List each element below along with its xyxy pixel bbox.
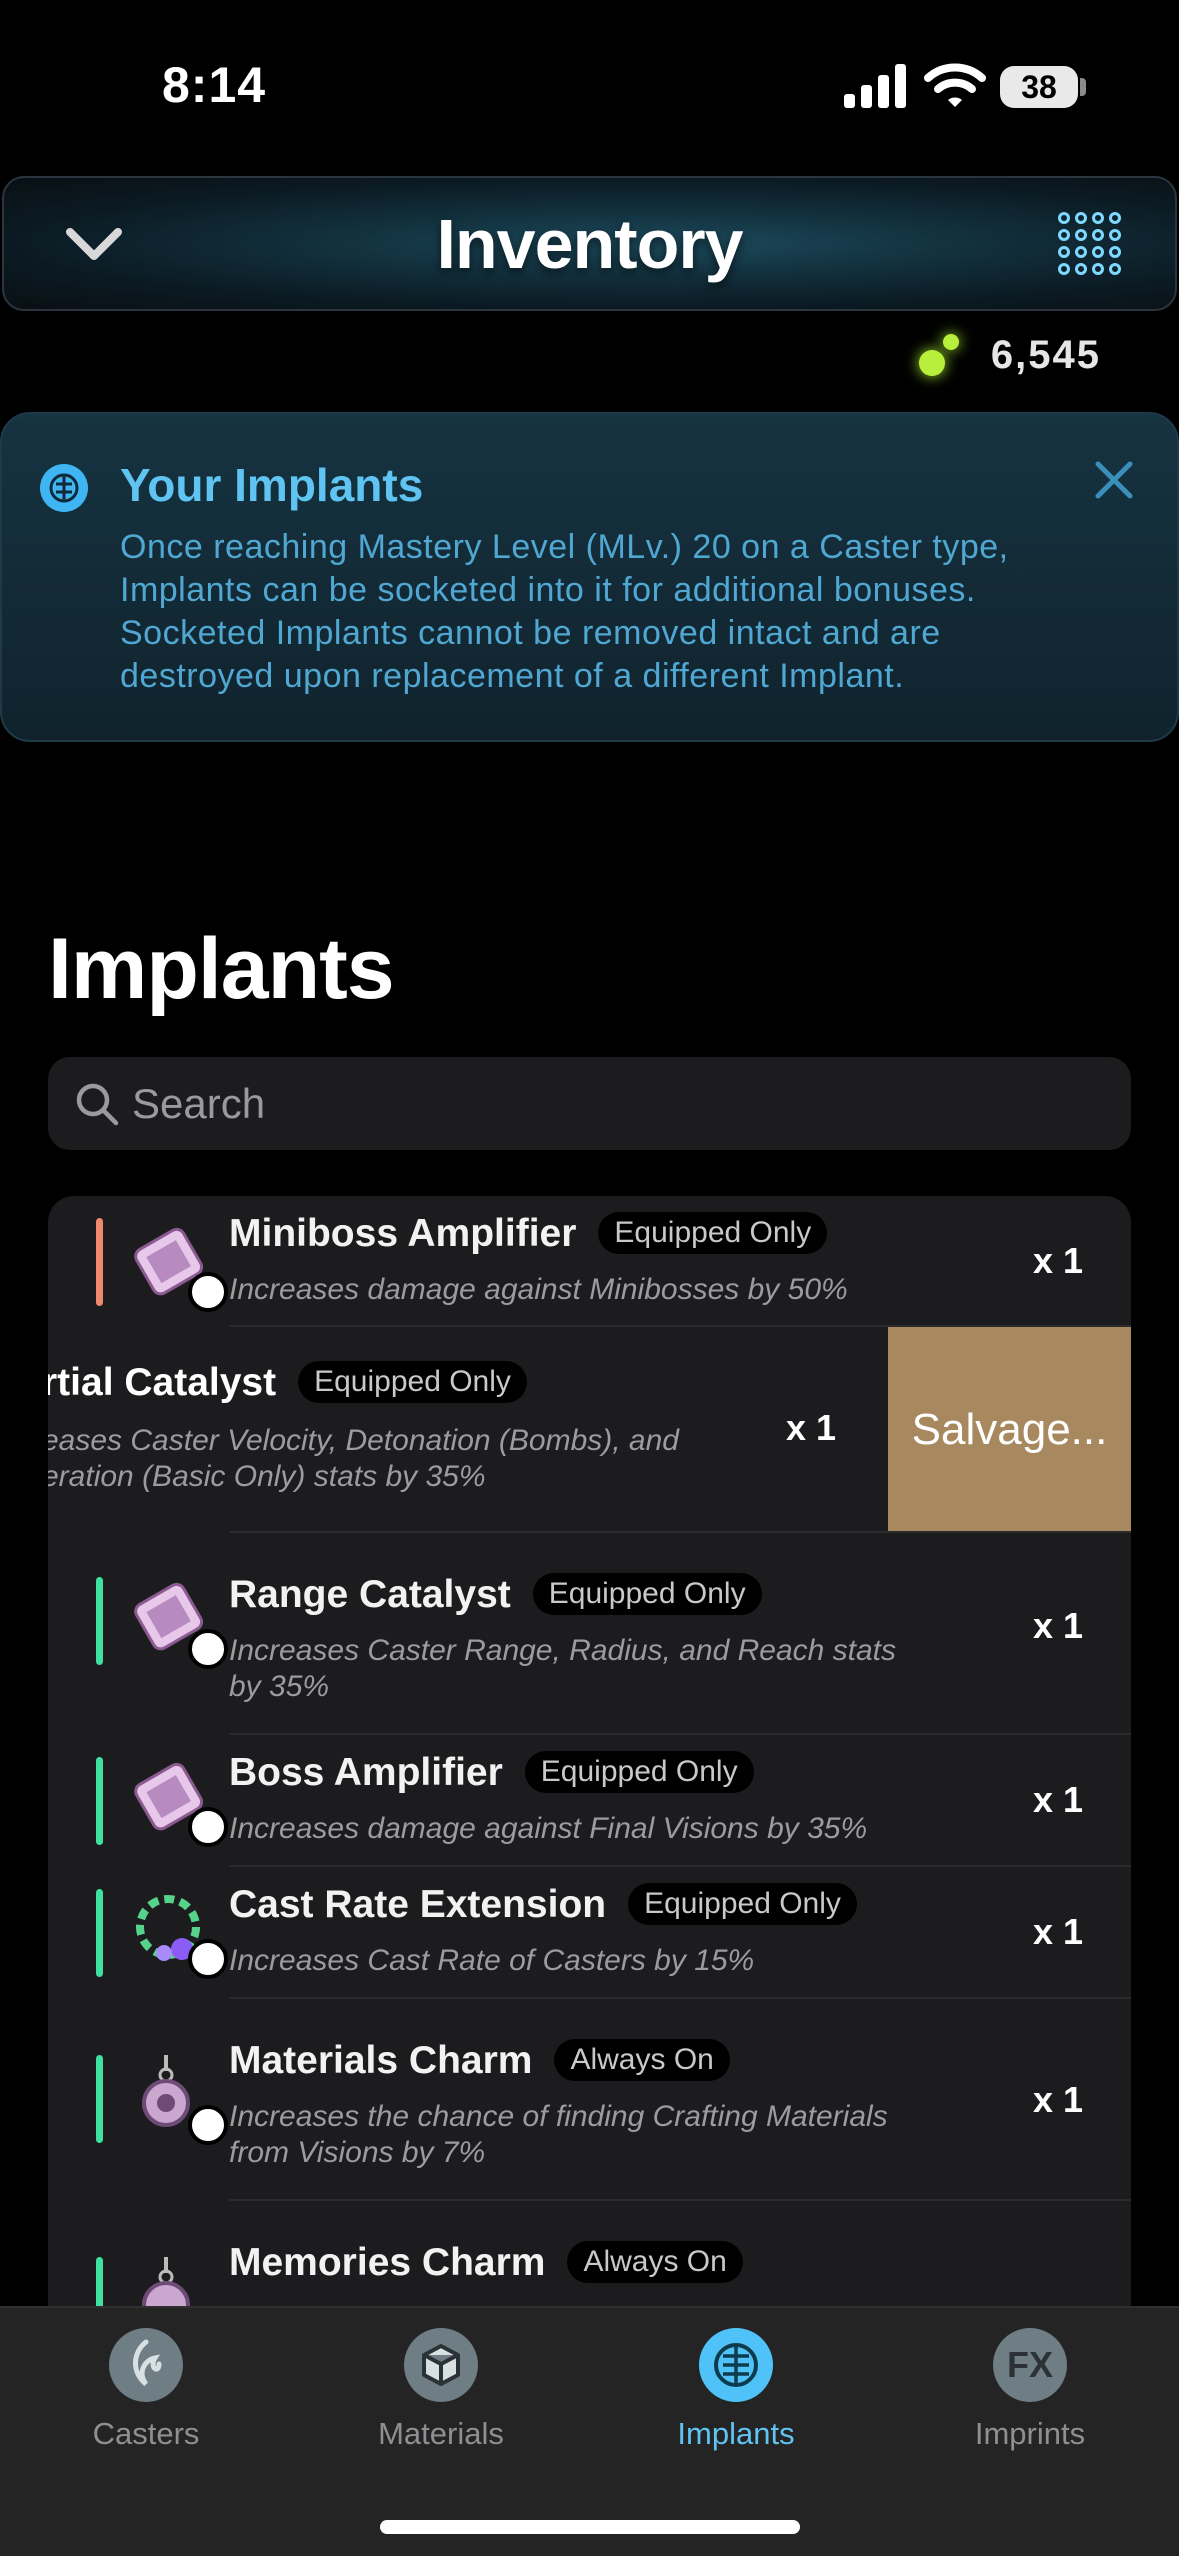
essence-orb-icon [915, 332, 965, 378]
fx-icon: FX [993, 2328, 1067, 2402]
tab-materials[interactable]: Materials [341, 2328, 541, 2452]
mode-tag: Equipped Only [598, 1212, 828, 1254]
info-line: destroyed upon replacement of a differen… [120, 657, 905, 695]
cellular-signal-icon [844, 64, 906, 108]
implant-qty: x 1 [786, 1407, 837, 1448]
info-line: Once reaching Mastery Level (MLv.) 20 on… [120, 528, 1009, 566]
info-banner: Your Implants Once reaching Mastery Leve… [0, 412, 1179, 742]
aperture-badge-icon [188, 1629, 228, 1669]
brain-info-icon [40, 464, 88, 512]
implant-desc: Increases the chance of finding Crafting… [229, 2099, 989, 2171]
rarity-bar [96, 1757, 103, 1845]
flame-swirl-icon [109, 2328, 183, 2402]
desc-line: eration (Basic Only) stats by 35% [48, 1460, 486, 1493]
implant-desc: Increases Caster Range, Radius, and Reac… [229, 1633, 989, 1705]
desc-line: by 35% [229, 1670, 330, 1703]
mode-tag: Always On [567, 2241, 743, 2283]
implant-desc: eases Caster Velocity, Detonation (Bombs… [48, 1423, 802, 1495]
implant-name-text: Materials Charm [229, 2039, 533, 2082]
implant-desc: Increases Cast Rate of Casters by 15% [229, 1944, 755, 1977]
wifi-icon [924, 63, 986, 107]
implant-name-text: Memories Charm [229, 2241, 546, 2284]
implant-name-text: Miniboss Amplifier [229, 1212, 577, 1255]
cube-badge-icon [188, 2105, 228, 2145]
info-line: Implants can be socketed into it for add… [120, 571, 976, 609]
mode-tag: Equipped Only [532, 1573, 762, 1615]
list-item-materials-charm[interactable]: Materials Charm Always On Increases the c… [48, 1999, 1131, 2201]
currency-balance: 6,545 [915, 330, 1101, 380]
rarity-bar [96, 1218, 103, 1306]
ghost-badge-icon [188, 1272, 228, 1312]
implant-name-text: rtial Catalyst [48, 1361, 277, 1404]
info-title: Your Implants [120, 459, 424, 511]
desc-line: Increases Caster Range, Radius, and Reac… [229, 1634, 897, 1667]
mode-tag: Always On [554, 2039, 730, 2081]
page-title: Inventory [436, 205, 743, 283]
status-bar: 8:14 38 [0, 0, 1179, 170]
rarity-bar [96, 2055, 103, 2143]
tab-label: Implants [677, 2416, 795, 2451]
grid-menu-icon[interactable] [1058, 212, 1124, 278]
implant-name: Cast Rate Extension Equipped Only [229, 1883, 857, 1927]
tab-label: Casters [92, 2416, 200, 2451]
desc-line: from Visions by 7% [229, 2136, 486, 2169]
implant-name: rtial Catalyst Equipped Only [48, 1361, 527, 1405]
implant-name: Range Catalyst Equipped Only [229, 1573, 762, 1617]
battery-indicator: 38 [1000, 66, 1078, 108]
implant-name-text: Boss Amplifier [229, 1751, 503, 1794]
currency-amount: 6,545 [990, 332, 1101, 377]
desc-line: Increases the chance of finding Crafting… [229, 2100, 888, 2133]
demon-badge-icon [188, 1807, 228, 1847]
implant-desc: Increases damage against Final Visions b… [229, 1812, 868, 1845]
mode-tag: Equipped Only [298, 1361, 527, 1403]
info-body: Once reaching Mastery Level (MLv.) 20 on… [120, 526, 1120, 698]
implant-name: Boss Amplifier Equipped Only [229, 1751, 754, 1795]
close-icon[interactable] [1092, 458, 1136, 502]
status-time: 8:14 [162, 57, 267, 113]
implant-name: Materials Charm Always On [229, 2039, 730, 2083]
timer-badge-icon [188, 1939, 228, 1979]
implants-list: Miniboss Amplifier Equipped Only Increase… [48, 1196, 1131, 2360]
list-item-miniboss-amplifier[interactable]: Miniboss Amplifier Equipped Only Increase… [48, 1196, 1131, 1327]
implant-name: Memories Charm Always On [229, 2241, 743, 2285]
tab-bar: Casters Materials Implants FX Imprints [0, 2306, 1179, 2556]
list-item-boss-amplifier[interactable]: Boss Amplifier Equipped Only Increases da… [48, 1735, 1131, 1867]
implant-name-text: Range Catalyst [229, 1573, 511, 1616]
rarity-bar [96, 1889, 103, 1977]
cube-icon [404, 2328, 478, 2402]
tab-label: Materials [378, 2416, 504, 2451]
search-bar[interactable] [48, 1057, 1131, 1150]
section-title: Implants [48, 921, 395, 1017]
tab-imprints[interactable]: FX Imprints [930, 2328, 1130, 2452]
tab-label: Imprints [974, 2416, 1086, 2451]
search-input[interactable] [132, 1057, 1082, 1150]
implant-qty: x 1 [1032, 1240, 1083, 1281]
salvage-button[interactable]: Salvage... [888, 1327, 1131, 1533]
battery-tip [1080, 78, 1086, 96]
brain-icon [699, 2328, 773, 2402]
implant-qty: x 1 [1032, 2079, 1083, 2120]
list-item-swiped[interactable]: rtial Catalyst Equipped Only eases Caster… [48, 1327, 1131, 1533]
inventory-header: Inventory [2, 176, 1177, 311]
mode-tag: Equipped Only [628, 1883, 857, 1925]
implant-qty: x 1 [1032, 1911, 1083, 1952]
implant-qty: x 1 [1032, 1605, 1083, 1646]
desc-line: eases Caster Velocity, Detonation (Bombs… [48, 1424, 679, 1457]
search-icon [76, 1083, 119, 1126]
home-indicator [380, 2520, 800, 2534]
rarity-bar [96, 1577, 103, 1665]
implant-name: Miniboss Amplifier Equipped Only [229, 1212, 828, 1256]
tab-casters[interactable]: Casters [46, 2328, 246, 2452]
tab-implants[interactable]: Implants [636, 2328, 836, 2452]
info-line: Socketed Implants cannot be removed inta… [120, 614, 941, 652]
implant-qty: x 1 [1032, 1779, 1083, 1820]
implant-name-text: Cast Rate Extension [229, 1883, 607, 1926]
implant-desc: Increases damage against Minibosses by 5… [229, 1273, 848, 1306]
list-item-cast-rate-extension[interactable]: Cast Rate Extension Equipped Only Increas… [48, 1867, 1131, 1999]
list-item-range-catalyst[interactable]: Range Catalyst Equipped Only Increases Ca… [48, 1533, 1131, 1735]
mode-tag: Equipped Only [524, 1751, 754, 1793]
